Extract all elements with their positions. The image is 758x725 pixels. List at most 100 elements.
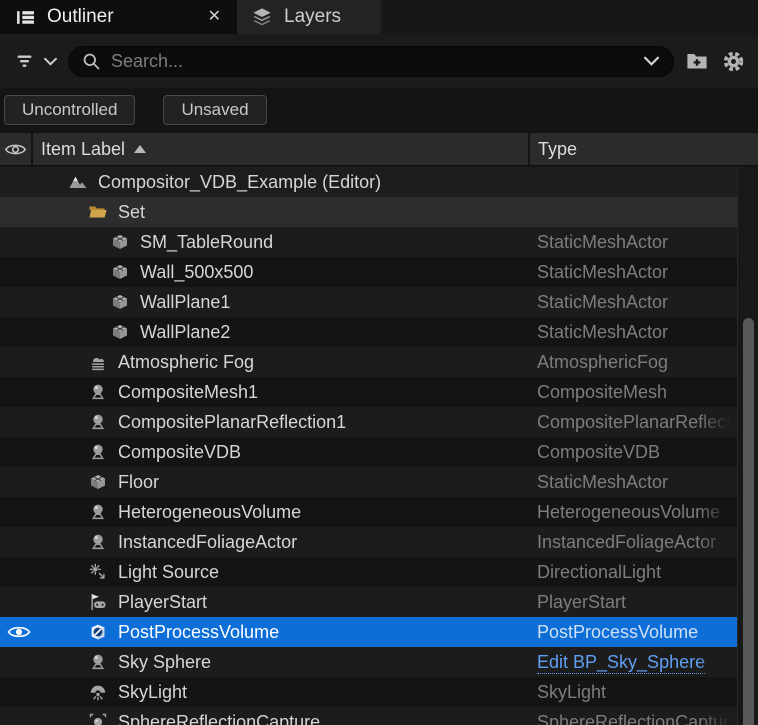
tab-layers[interactable]: Layers <box>237 0 381 34</box>
visibility-eye-icon[interactable] <box>7 624 31 640</box>
add-folder-icon[interactable] <box>684 48 710 74</box>
folder-open-icon <box>88 202 108 222</box>
tab-bar-spacer <box>381 0 758 34</box>
edit-blueprint-link[interactable]: Edit BP_Sky_Sphere <box>537 647 733 677</box>
table-row[interactable]: Set <box>0 197 737 227</box>
row-label: InstancedFoliageActor <box>118 527 297 557</box>
row-type: SphereReflectionCapture <box>537 707 733 725</box>
table-row[interactable]: PlayerStart PlayerStart <box>0 587 737 617</box>
type-column-header[interactable]: Type <box>528 133 736 165</box>
sky-light-icon <box>88 682 108 702</box>
row-label: Compositor_VDB_Example (Editor) <box>98 167 381 197</box>
table-row[interactable]: Atmospheric Fog AtmosphericFog <box>0 347 737 377</box>
row-type: PlayerStart <box>537 587 733 617</box>
row-type: HeterogeneousVolume <box>537 497 733 527</box>
orb-actor-icon <box>88 442 108 462</box>
static-mesh-icon <box>110 262 130 282</box>
row-type: InstancedFoliageActor <box>537 527 733 557</box>
sort-ascending-icon <box>134 145 146 153</box>
row-label: Set <box>118 197 145 227</box>
row-label: CompositePlanarReflection1 <box>118 407 346 437</box>
player-start-icon <box>88 592 108 612</box>
table-row[interactable]: SphereReflectionCapture SphereReflectionC… <box>0 707 737 725</box>
outliner-panel: Outliner ✕ Layers <box>0 0 758 725</box>
tab-layers-label: Layers <box>284 6 341 28</box>
uncontrolled-filter-button[interactable]: Uncontrolled <box>4 95 135 125</box>
table-row[interactable]: HeterogeneousVolume HeterogeneousVolume <box>0 497 737 527</box>
table-row[interactable]: CompositePlanarReflection1 CompositePlana… <box>0 407 737 437</box>
item-label-column-header[interactable]: Item Label <box>33 133 528 165</box>
scrollbar-track[interactable] <box>737 167 758 725</box>
tab-bar: Outliner ✕ Layers <box>0 0 758 34</box>
search-input[interactable] <box>109 50 633 73</box>
row-type: DirectionalLight <box>537 557 733 587</box>
table-row[interactable]: SM_TableRound StaticMeshActor <box>0 227 737 257</box>
search-options-chevron-icon[interactable] <box>641 48 661 74</box>
tab-outliner-label: Outliner <box>47 6 114 28</box>
search-box[interactable] <box>68 46 674 77</box>
row-label: Sky Sphere <box>118 647 211 677</box>
orb-actor-icon <box>88 382 108 402</box>
table-row[interactable]: Wall_500x500 StaticMeshActor <box>0 257 737 287</box>
orb-actor-icon <box>88 412 108 432</box>
tab-outliner[interactable]: Outliner ✕ <box>0 0 237 34</box>
row-type: AtmosphericFog <box>537 347 733 377</box>
row-label: PlayerStart <box>118 587 207 617</box>
search-icon <box>81 48 101 74</box>
row-label: WallPlane1 <box>140 287 230 317</box>
layers-icon <box>249 4 275 30</box>
world-icon <box>68 172 88 192</box>
row-label: CompositeVDB <box>118 437 241 467</box>
row-label: WallPlane2 <box>140 317 230 347</box>
table-row[interactable]: SkyLightSkyLight <box>0 677 737 707</box>
row-type: PostProcessVolume <box>537 617 733 647</box>
static-mesh-icon <box>88 472 108 492</box>
row-type: StaticMeshActor <box>537 317 733 347</box>
post-process-volume-icon <box>88 622 108 642</box>
static-mesh-icon <box>110 292 130 312</box>
table-row[interactable]: WallPlane1 StaticMeshActor <box>0 287 737 317</box>
scrollbar-thumb[interactable] <box>743 318 754 725</box>
row-type: StaticMeshActor <box>537 287 733 317</box>
table-row[interactable]: FloorStaticMeshActor <box>0 467 737 497</box>
row-type: StaticMeshActor <box>537 227 733 257</box>
row-label: Floor <box>118 467 159 497</box>
table-row[interactable]: PostProcessVolume PostProcessVolume <box>0 617 737 647</box>
table-row[interactable]: Compositor_VDB_Example (Editor) <box>0 167 737 197</box>
settings-gear-icon[interactable] <box>720 48 746 74</box>
row-label: PostProcessVolume <box>118 617 279 647</box>
row-label: Wall_500x500 <box>140 257 253 287</box>
chevron-down-icon <box>42 48 58 74</box>
row-label: SM_TableRound <box>140 227 273 257</box>
unsaved-filter-button[interactable]: Unsaved <box>163 95 266 125</box>
row-label: HeterogeneousVolume <box>118 497 301 527</box>
row-label: SkyLight <box>118 677 187 707</box>
static-mesh-icon <box>110 322 130 342</box>
outliner-icon <box>12 4 38 30</box>
orb-actor-icon <box>88 532 108 552</box>
eye-icon <box>4 142 27 157</box>
table-row[interactable]: InstancedFoliageActor InstancedFoliageAct… <box>0 527 737 557</box>
column-header: Item Label Type <box>0 132 758 166</box>
table-row[interactable]: WallPlane2 StaticMeshActor <box>0 317 737 347</box>
table-row[interactable]: Sky Sphere Edit BP_Sky_Sphere <box>0 647 737 677</box>
status-filter-bar: Uncontrolled Unsaved <box>0 88 758 132</box>
fog-icon <box>88 352 108 372</box>
close-icon[interactable]: ✕ <box>204 7 225 27</box>
visibility-column-header[interactable] <box>0 133 33 165</box>
row-label: SphereReflectionCapture <box>118 707 320 725</box>
table-row[interactable]: CompositeMesh1 CompositeMesh <box>0 377 737 407</box>
row-type: CompositeVDB <box>537 437 733 467</box>
static-mesh-icon <box>110 232 130 252</box>
row-type: CompositeMesh <box>537 377 733 407</box>
row-type: CompositePlanarReflection <box>537 407 733 437</box>
sphere-reflection-capture-icon <box>88 712 108 725</box>
row-label: CompositeMesh1 <box>118 377 258 407</box>
orb-actor-icon <box>88 502 108 522</box>
orb-actor-icon <box>88 652 108 672</box>
row-type: StaticMeshActor <box>537 257 733 287</box>
filter-dropdown[interactable] <box>12 48 58 74</box>
row-label: Atmospheric Fog <box>118 347 254 377</box>
table-row[interactable]: CompositeVDB CompositeVDB <box>0 437 737 467</box>
table-row[interactable]: Light SourceDirectionalLight <box>0 557 737 587</box>
